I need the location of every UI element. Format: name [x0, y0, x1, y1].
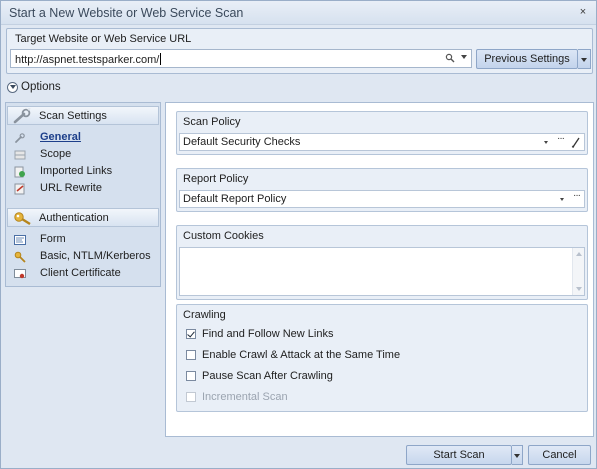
nav-header-label: Scan Settings — [39, 110, 107, 122]
text-caret — [160, 53, 162, 65]
scrollbar[interactable] — [572, 248, 584, 295]
chevron-down-icon[interactable] — [560, 198, 564, 201]
sidebar-item-label: URL Rewrite — [40, 182, 102, 194]
target-url-input[interactable]: http://aspnet.testsparker.com/ — [10, 49, 472, 68]
key-small-icon — [14, 251, 26, 263]
scan-policy-value: Default Security Checks — [183, 136, 301, 148]
checkbox-checked[interactable] — [186, 329, 196, 339]
wrench-small-icon — [15, 133, 25, 143]
search-icon[interactable] — [445, 53, 455, 63]
pencil-icon[interactable] — [571, 136, 581, 148]
scan-policy-select[interactable]: Default Security Checks ··· — [179, 133, 585, 151]
previous-settings-dropdown-button[interactable] — [578, 49, 591, 69]
report-policy-select[interactable]: Default Report Policy ··· — [179, 190, 585, 208]
wrench-icon — [13, 108, 31, 124]
scan-policy-group: Scan Policy Default Security Checks ··· — [176, 111, 588, 155]
cancel-button[interactable]: Cancel — [528, 445, 591, 465]
sidebar-item-label: Imported Links — [40, 165, 113, 177]
crawl-attack-same-time-checkbox[interactable]: Enable Crawl & Attack at the Same Time — [186, 349, 566, 363]
incremental-scan-checkbox: Incremental Scan — [186, 391, 566, 405]
nav-header-scan-settings[interactable]: Scan Settings — [7, 106, 159, 125]
general-settings-panel: Scan Policy Default Security Checks ··· … — [165, 102, 594, 437]
start-scan-dropdown-button[interactable] — [512, 445, 523, 465]
sidebar-item-label: Client Certificate — [40, 267, 121, 279]
sidebar-item-label: Basic, NTLM/Kerberos — [40, 250, 151, 262]
title-bar: Start a New Website or Web Service Scan … — [1, 1, 596, 25]
find-follow-links-checkbox[interactable]: Find and Follow New Links — [186, 328, 566, 342]
crawling-group: Crawling Find and Follow New Links Enabl… — [176, 304, 588, 412]
sidebar-item-client-certificate[interactable]: Client Certificate — [14, 266, 160, 282]
checkbox-unchecked[interactable] — [186, 371, 196, 381]
report-policy-group: Report Policy Default Report Policy ··· — [176, 168, 588, 212]
checkbox-label: Find and Follow New Links — [202, 328, 334, 340]
scope-icon — [14, 150, 26, 160]
checkbox-label: Incremental Scan — [202, 391, 288, 403]
report-policy-more-button[interactable]: ··· — [573, 190, 581, 201]
report-policy-title: Report Policy — [183, 173, 249, 185]
nav-header-authentication[interactable]: Authentication — [7, 208, 159, 227]
scan-policy-more-button[interactable]: ··· — [557, 133, 565, 144]
custom-cookies-title: Custom Cookies — [183, 230, 264, 242]
sidebar-item-basic-ntlm[interactable]: Basic, NTLM/Kerberos — [14, 249, 160, 265]
target-url-value: http://aspnet.testsparker.com/ — [15, 53, 162, 66]
checkbox-disabled — [186, 392, 196, 402]
scroll-down-icon[interactable] — [576, 287, 582, 291]
close-button[interactable]: × — [576, 5, 590, 19]
sidebar-item-scope[interactable]: Scope — [14, 147, 160, 163]
sidebar-item-label: General — [40, 131, 81, 143]
link-icon — [14, 166, 25, 178]
sidebar-item-label: Form — [40, 233, 66, 245]
scan-policy-title: Scan Policy — [183, 116, 241, 128]
certificate-icon — [14, 269, 26, 279]
collapse-icon — [7, 82, 18, 93]
custom-cookies-textarea[interactable] — [179, 247, 585, 296]
nav-header-label: Authentication — [39, 212, 109, 224]
sidebar-item-general[interactable]: General — [14, 130, 160, 146]
form-icon — [14, 235, 26, 245]
target-url-group: Target Website or Web Service URL http:/… — [6, 28, 593, 74]
checkbox-unchecked[interactable] — [186, 350, 196, 360]
sidebar-item-form[interactable]: Form — [14, 232, 160, 248]
scan-dialog: Start a New Website or Web Service Scan … — [0, 0, 597, 469]
custom-cookies-group: Custom Cookies — [176, 225, 588, 300]
options-sidebar: Scan Settings General Scope Imported Lin… — [5, 102, 161, 287]
previous-settings-button[interactable]: Previous Settings — [476, 49, 578, 69]
chevron-down-icon[interactable] — [461, 55, 467, 59]
scroll-up-icon[interactable] — [576, 252, 582, 256]
chevron-down-icon[interactable] — [544, 141, 548, 144]
sidebar-item-label: Scope — [40, 148, 72, 160]
options-label: Options — [21, 81, 61, 93]
start-scan-button[interactable]: Start Scan — [406, 445, 512, 465]
target-url-label: Target Website or Web Service URL — [15, 33, 192, 45]
rewrite-icon — [14, 183, 25, 195]
checkbox-label: Pause Scan After Crawling — [202, 370, 333, 382]
sidebar-item-url-rewrite[interactable]: URL Rewrite — [14, 181, 160, 197]
pause-after-crawling-checkbox[interactable]: Pause Scan After Crawling — [186, 370, 566, 384]
report-policy-value: Default Report Policy — [183, 193, 287, 205]
sidebar-item-imported-links[interactable]: Imported Links — [14, 164, 160, 180]
crawling-title: Crawling — [183, 309, 226, 321]
checkbox-label: Enable Crawl & Attack at the Same Time — [202, 349, 401, 361]
key-icon — [14, 212, 31, 226]
window-title: Start a New Website or Web Service Scan — [9, 6, 244, 20]
